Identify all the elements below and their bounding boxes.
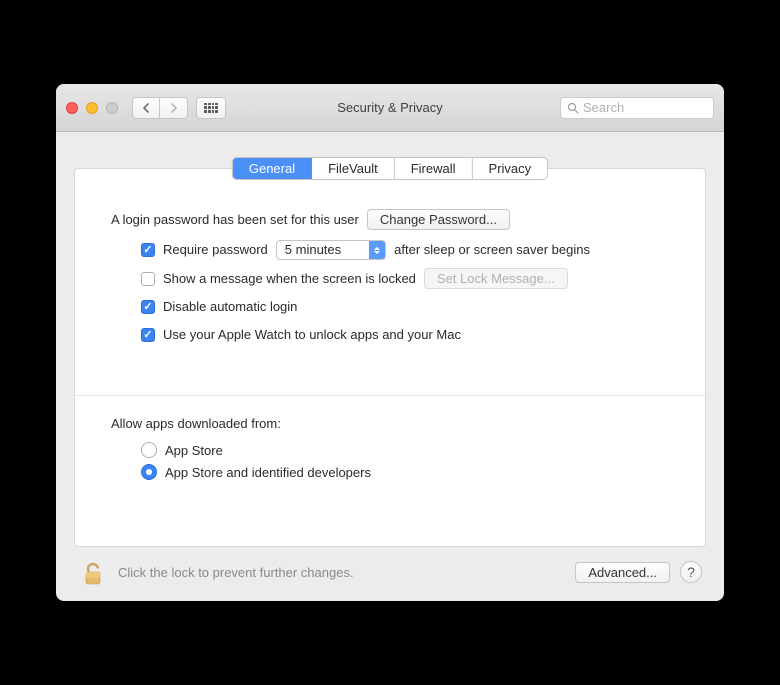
titlebar: Security & Privacy [56, 84, 724, 132]
apple-watch-label: Use your Apple Watch to unlock apps and … [163, 325, 461, 345]
tab-firewall[interactable]: Firewall [395, 158, 473, 179]
help-button[interactable]: ? [680, 561, 702, 583]
radio-identified-developers[interactable] [141, 464, 157, 480]
require-password-delay-select[interactable]: 5 minutes [276, 240, 386, 260]
apple-watch-checkbox[interactable] [141, 328, 155, 342]
disable-auto-login-label: Disable automatic login [163, 297, 297, 317]
tab-filevault[interactable]: FileVault [312, 158, 395, 179]
login-password-text: A login password has been set for this u… [111, 210, 359, 230]
grid-icon [204, 103, 218, 113]
require-password-checkbox[interactable] [141, 243, 155, 257]
tabs: General FileVault Firewall Privacy [232, 157, 548, 180]
require-password-label: Require password [163, 240, 268, 260]
radio-app-store-label: App Store [165, 443, 223, 458]
set-lock-message-button: Set Lock Message... [424, 268, 568, 289]
preferences-window: Security & Privacy General FileVault Fir… [56, 84, 724, 601]
require-password-delay-value: 5 minutes [277, 240, 369, 260]
show-message-checkbox[interactable] [141, 272, 155, 286]
minimize-icon[interactable] [86, 102, 98, 114]
require-password-suffix: after sleep or screen saver begins [394, 240, 590, 260]
tab-general[interactable]: General [233, 158, 312, 179]
search-icon [567, 102, 579, 114]
lock-icon[interactable] [78, 557, 108, 587]
footer: Click the lock to prevent further change… [74, 547, 706, 587]
nav-controls [132, 97, 226, 119]
back-button[interactable] [132, 97, 160, 119]
disable-auto-login-checkbox[interactable] [141, 300, 155, 314]
tab-privacy[interactable]: Privacy [473, 158, 548, 179]
lock-text: Click the lock to prevent further change… [118, 565, 565, 580]
traffic-lights [66, 102, 118, 114]
maximize-icon [106, 102, 118, 114]
advanced-button[interactable]: Advanced... [575, 562, 670, 583]
divider [75, 395, 705, 396]
radio-app-store[interactable] [141, 442, 157, 458]
search-input[interactable] [583, 100, 707, 115]
show-all-button[interactable] [196, 97, 226, 119]
select-arrows-icon [369, 241, 385, 259]
search-field[interactable] [560, 97, 714, 119]
allow-apps-label: Allow apps downloaded from: [111, 414, 281, 434]
show-message-label: Show a message when the screen is locked [163, 269, 416, 289]
change-password-button[interactable]: Change Password... [367, 209, 510, 230]
general-panel: General FileVault Firewall Privacy A log… [74, 168, 706, 547]
forward-button[interactable] [160, 97, 188, 119]
close-icon[interactable] [66, 102, 78, 114]
radio-identified-developers-label: App Store and identified developers [165, 465, 371, 480]
